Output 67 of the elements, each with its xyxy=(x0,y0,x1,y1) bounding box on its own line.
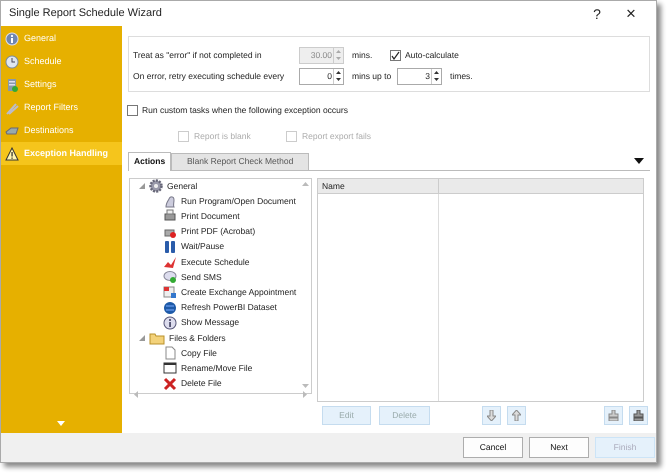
scroll-up-icon xyxy=(302,182,308,186)
retry-count-spinner[interactable]: 3 xyxy=(397,68,442,84)
field-label: On error, retry executing schedule every xyxy=(133,70,286,82)
cancel-button[interactable]: Cancel xyxy=(463,437,523,458)
tree-item[interactable]: General xyxy=(167,180,198,192)
dropdown-arrow-icon xyxy=(634,158,644,164)
globe-icon xyxy=(163,300,177,315)
stamp-icon xyxy=(633,410,644,420)
tool-icon xyxy=(5,100,19,114)
tree-item[interactable]: Print PDF (Acrobat) xyxy=(130,224,299,240)
tab[interactable]: Blank Report Check Method xyxy=(171,152,310,170)
unit-label: times. xyxy=(450,70,473,82)
tree-item[interactable]: Files & Folders xyxy=(169,332,226,344)
close-button[interactable]: × xyxy=(614,5,648,22)
info-icon xyxy=(163,316,177,330)
gear-icon xyxy=(149,179,163,194)
tree-item[interactable]: Refresh PowerBI Dataset xyxy=(130,300,299,316)
next-button[interactable]: Next xyxy=(529,437,589,458)
retry-interval-spinner[interactable]: 0 xyxy=(299,68,344,84)
chat-bubble-icon xyxy=(163,270,177,284)
down-arrow-icon xyxy=(57,421,65,426)
retry-count-field[interactable]: 3 xyxy=(398,68,431,84)
info-icon xyxy=(5,32,19,46)
unit-label: mins up to xyxy=(352,70,392,82)
x-icon xyxy=(163,376,177,391)
down-arrow-icon xyxy=(334,54,343,62)
down-arrow-icon xyxy=(334,76,343,82)
checkbox-label: Report export fails xyxy=(302,130,372,142)
pause-icon xyxy=(163,240,177,254)
field-label: Treat as "error" if not completed in xyxy=(133,48,263,62)
folder-icon xyxy=(149,330,165,345)
server-icon xyxy=(5,78,19,92)
tree-item[interactable]: Create Exchange Appointment xyxy=(130,284,299,300)
stamp-icon xyxy=(608,410,619,420)
check-mark-icon xyxy=(163,255,177,270)
warning-icon xyxy=(5,146,19,160)
printer-icon xyxy=(163,209,177,224)
tree-item[interactable]: Send SMS xyxy=(130,270,299,285)
tree-item[interactable]: Execute Schedule xyxy=(130,254,299,270)
scroll-left-icon xyxy=(134,391,138,398)
tree-item[interactable]: Copy File xyxy=(130,346,299,361)
up-arrow-icon xyxy=(512,410,521,420)
retry-interval-field[interactable]: 0 xyxy=(300,68,333,84)
clock-icon xyxy=(5,54,19,68)
tree-item[interactable]: Run Program/Open Document xyxy=(130,194,299,209)
document-icon xyxy=(163,346,177,360)
unit-label: mins. xyxy=(352,48,374,62)
checkbox-label: Run custom tasks when the following exception occurs xyxy=(142,104,348,117)
window-icon xyxy=(163,361,177,376)
tree-item[interactable]: Wait/Pause xyxy=(130,239,299,254)
scroll-right-icon xyxy=(303,391,307,398)
scroll-down-icon xyxy=(302,384,308,388)
tree-item[interactable]: Rename/Move File xyxy=(130,360,299,376)
tree-item[interactable]: Show Message xyxy=(130,315,299,330)
down-arrow-icon xyxy=(432,76,441,82)
checkbox[interactable] xyxy=(127,104,138,116)
up-arrow-icon xyxy=(334,68,343,76)
tree-item[interactable]: Print Document xyxy=(130,208,299,224)
up-arrow-icon xyxy=(334,48,343,54)
checkbox-label: Auto-calculate xyxy=(405,48,459,62)
up-arrow-icon xyxy=(432,68,441,76)
tree-item[interactable]: Delete File xyxy=(130,376,299,392)
help-button[interactable]: ? xyxy=(580,6,614,20)
window-title: Single Report Schedule Wizard xyxy=(9,6,163,22)
checkbox-label: Report is blank xyxy=(194,130,252,142)
down-arrow-icon xyxy=(487,410,496,420)
tab[interactable]: Actions xyxy=(128,152,172,170)
